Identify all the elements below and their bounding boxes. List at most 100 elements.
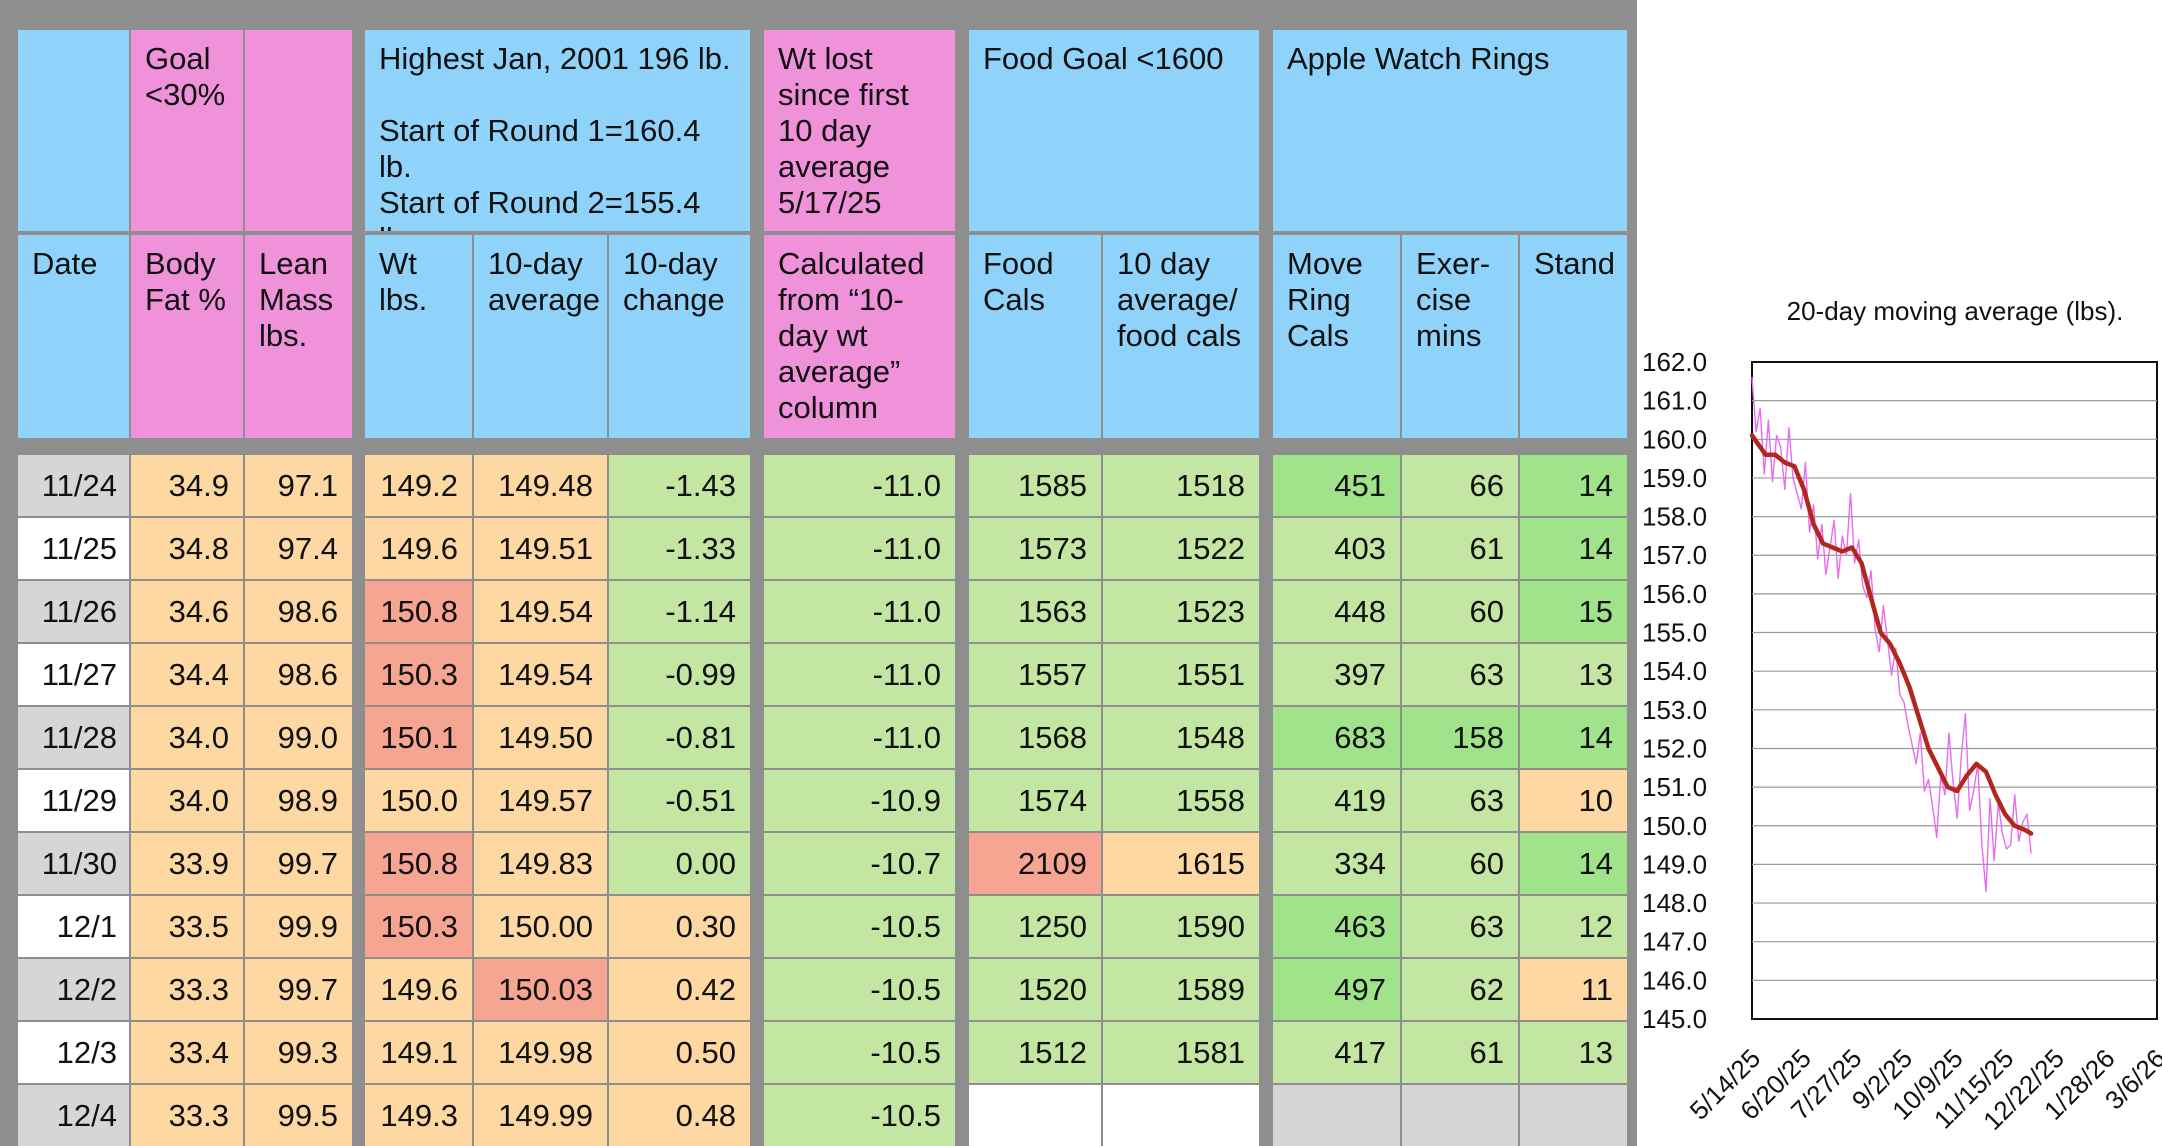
column-header-calculated[interactable]: Calculated from “10- day wt average” col… — [764, 235, 955, 438]
cell-wt-avg[interactable]: 150.00 — [474, 896, 607, 957]
group-header-goal[interactable]: Goal <30% — [131, 30, 243, 231]
cell-stand[interactable] — [1520, 1085, 1627, 1146]
cell-wt-change[interactable]: -0.81 — [609, 707, 750, 768]
cell-food-cals[interactable]: 1250 — [969, 896, 1101, 957]
cell-wt-avg[interactable]: 149.98 — [474, 1022, 607, 1083]
cell-food-cals[interactable]: 1568 — [969, 707, 1101, 768]
cell-stand[interactable]: 14 — [1520, 707, 1627, 768]
cell-lean-mass[interactable]: 97.4 — [245, 518, 352, 579]
cell-wt-avg[interactable]: 149.50 — [474, 707, 607, 768]
cell-wt-avg[interactable]: 149.54 — [474, 644, 607, 705]
cell-stand[interactable]: 13 — [1520, 644, 1627, 705]
cell-wt-change[interactable]: 0.48 — [609, 1085, 750, 1146]
column-header-lean-mass[interactable]: Lean Mass lbs. — [245, 235, 352, 438]
cell-body-fat[interactable]: 33.3 — [131, 1085, 243, 1146]
cell-wt[interactable]: 149.6 — [365, 518, 472, 579]
column-header-wt-avg[interactable]: 10-day average — [474, 235, 607, 438]
cell-body-fat[interactable]: 34.9 — [131, 455, 243, 516]
cell-body-fat[interactable]: 34.8 — [131, 518, 243, 579]
cell-wt[interactable]: 150.1 — [365, 707, 472, 768]
cell-wt-change[interactable]: 0.42 — [609, 959, 750, 1020]
cell-date[interactable]: 12/4 — [18, 1085, 129, 1146]
cell-stand[interactable]: 11 — [1520, 959, 1627, 1020]
cell-calculated[interactable]: -11.0 — [764, 518, 955, 579]
cell-wt[interactable]: 149.2 — [365, 455, 472, 516]
group-header-wt-lost[interactable]: Wt lost since first 10 day average 5/17/… — [764, 30, 955, 231]
cell-body-fat[interactable]: 33.9 — [131, 833, 243, 894]
cell-calculated[interactable]: -11.0 — [764, 707, 955, 768]
column-header-date[interactable]: Date — [18, 235, 129, 438]
cell-exercise[interactable]: 62 — [1402, 959, 1518, 1020]
cell-wt[interactable]: 150.8 — [365, 833, 472, 894]
cell-stand[interactable]: 14 — [1520, 518, 1627, 579]
cell-move[interactable]: 497 — [1273, 959, 1400, 1020]
group-header-highest[interactable]: Highest Jan, 2001 196 lb. Start of Round… — [365, 30, 750, 231]
cell-food-avg[interactable]: 1590 — [1103, 896, 1259, 957]
column-header-wt[interactable]: Wt lbs. — [365, 235, 472, 438]
cell-move[interactable]: 463 — [1273, 896, 1400, 957]
cell-date[interactable]: 11/28 — [18, 707, 129, 768]
cell-food-avg[interactable]: 1523 — [1103, 581, 1259, 642]
column-header-stand[interactable]: Stand — [1520, 235, 1627, 438]
cell-food-cals[interactable]: 1573 — [969, 518, 1101, 579]
column-header-food-cals[interactable]: Food Cals — [969, 235, 1101, 438]
cell-wt-change[interactable]: 0.30 — [609, 896, 750, 957]
cell-calculated[interactable]: -10.5 — [764, 959, 955, 1020]
cell-move[interactable]: 419 — [1273, 770, 1400, 831]
cell-date[interactable]: 12/2 — [18, 959, 129, 1020]
cell-calculated[interactable]: -10.5 — [764, 1022, 955, 1083]
cell-move[interactable]: 683 — [1273, 707, 1400, 768]
cell-wt[interactable]: 150.3 — [365, 896, 472, 957]
cell-food-avg[interactable]: 1615 — [1103, 833, 1259, 894]
group-header-food-goal[interactable]: Food Goal <1600 — [969, 30, 1259, 231]
header-date-group[interactable] — [18, 30, 129, 231]
column-header-body-fat[interactable]: Body Fat % — [131, 235, 243, 438]
cell-lean-mass[interactable]: 99.5 — [245, 1085, 352, 1146]
cell-wt-change[interactable]: -0.51 — [609, 770, 750, 831]
cell-calculated[interactable]: -11.0 — [764, 581, 955, 642]
cell-wt-avg[interactable]: 149.83 — [474, 833, 607, 894]
cell-wt-change[interactable]: -1.14 — [609, 581, 750, 642]
cell-exercise[interactable]: 66 — [1402, 455, 1518, 516]
cell-wt[interactable]: 150.3 — [365, 644, 472, 705]
cell-exercise[interactable]: 158 — [1402, 707, 1518, 768]
cell-lean-mass[interactable]: 99.9 — [245, 896, 352, 957]
cell-date[interactable]: 11/24 — [18, 455, 129, 516]
cell-food-avg[interactable]: 1522 — [1103, 518, 1259, 579]
cell-body-fat[interactable]: 34.6 — [131, 581, 243, 642]
cell-exercise[interactable]: 63 — [1402, 644, 1518, 705]
cell-move[interactable] — [1273, 1085, 1400, 1146]
cell-date[interactable]: 12/3 — [18, 1022, 129, 1083]
cell-food-cals[interactable]: 1520 — [969, 959, 1101, 1020]
cell-body-fat[interactable]: 33.5 — [131, 896, 243, 957]
cell-exercise[interactable] — [1402, 1085, 1518, 1146]
cell-wt-avg[interactable]: 149.99 — [474, 1085, 607, 1146]
cell-food-avg[interactable]: 1548 — [1103, 707, 1259, 768]
cell-lean-mass[interactable]: 99.7 — [245, 833, 352, 894]
cell-wt-change[interactable]: -1.33 — [609, 518, 750, 579]
cell-stand[interactable]: 15 — [1520, 581, 1627, 642]
cell-move[interactable]: 448 — [1273, 581, 1400, 642]
cell-lean-mass[interactable]: 99.0 — [245, 707, 352, 768]
group-header-lean-blank[interactable] — [245, 30, 352, 231]
cell-move[interactable]: 334 — [1273, 833, 1400, 894]
cell-date[interactable]: 11/30 — [18, 833, 129, 894]
cell-move[interactable]: 417 — [1273, 1022, 1400, 1083]
cell-food-avg[interactable]: 1589 — [1103, 959, 1259, 1020]
cell-food-avg[interactable]: 1551 — [1103, 644, 1259, 705]
cell-calculated[interactable]: -10.5 — [764, 896, 955, 957]
cell-wt[interactable]: 149.1 — [365, 1022, 472, 1083]
cell-stand[interactable]: 13 — [1520, 1022, 1627, 1083]
cell-date[interactable]: 12/1 — [18, 896, 129, 957]
column-header-exercise[interactable]: Exer- cise mins — [1402, 235, 1518, 438]
cell-lean-mass[interactable]: 98.6 — [245, 644, 352, 705]
cell-wt-avg[interactable]: 149.57 — [474, 770, 607, 831]
cell-move[interactable]: 397 — [1273, 644, 1400, 705]
cell-stand[interactable]: 14 — [1520, 833, 1627, 894]
group-header-apple-watch[interactable]: Apple Watch Rings — [1273, 30, 1627, 231]
cell-lean-mass[interactable]: 99.3 — [245, 1022, 352, 1083]
cell-lean-mass[interactable]: 97.1 — [245, 455, 352, 516]
cell-calculated[interactable]: -11.0 — [764, 455, 955, 516]
cell-wt-change[interactable]: -0.99 — [609, 644, 750, 705]
cell-calculated[interactable]: -10.7 — [764, 833, 955, 894]
